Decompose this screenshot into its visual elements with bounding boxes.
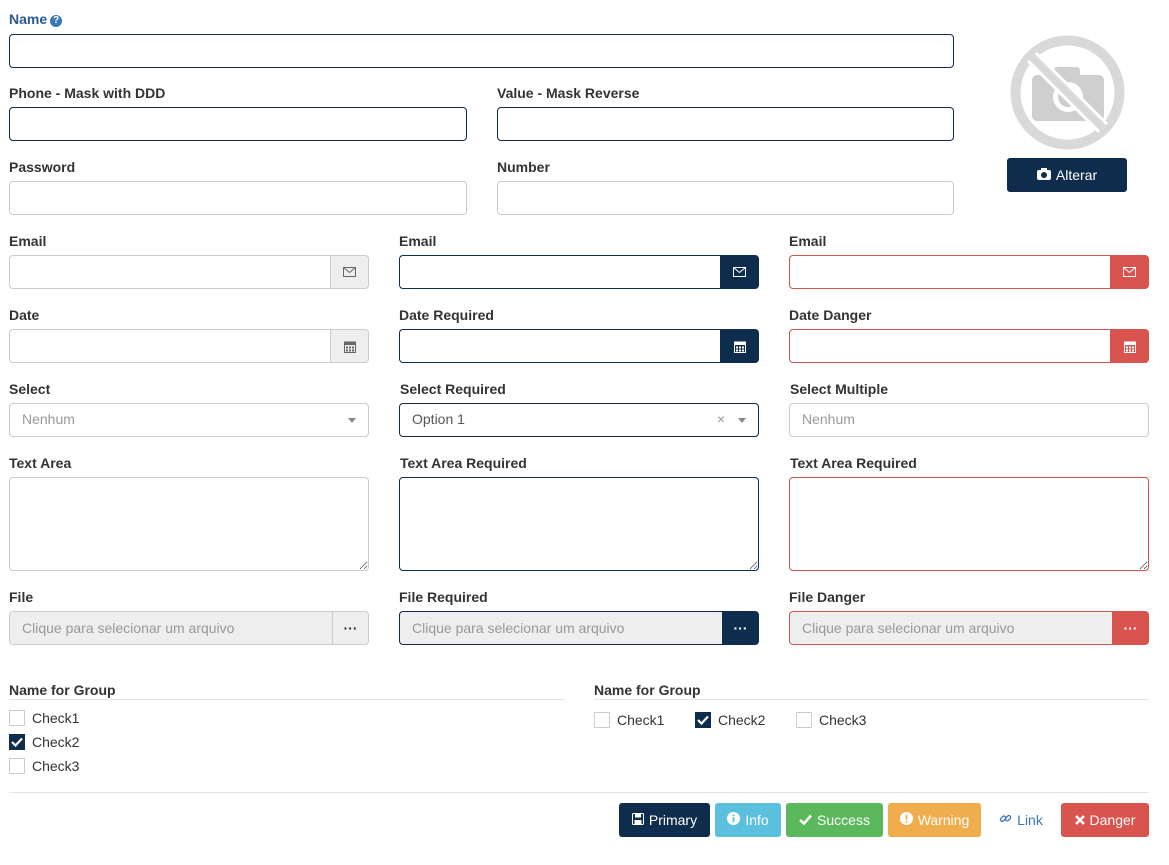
clear-icon[interactable]: × (717, 411, 725, 427)
email-danger-input[interactable] (789, 255, 1110, 289)
phone-label: Phone - Mask with DDD (9, 85, 166, 101)
envelope-icon (330, 255, 369, 289)
times-icon (1074, 812, 1085, 828)
select-default-value: Nenhum (22, 411, 75, 427)
danger-button[interactable]: Danger (1061, 803, 1149, 837)
date-required-group (399, 329, 759, 363)
link-button[interactable]: Link (989, 803, 1053, 837)
file-default-label: File (9, 589, 34, 605)
link-icon (999, 812, 1012, 828)
floppy-disk-icon (631, 812, 644, 828)
divider (9, 699, 565, 700)
number-input[interactable] (497, 181, 954, 215)
file-danger-label: File Danger (789, 589, 866, 605)
number-label: Number (497, 159, 550, 175)
select-multiple-label: Select Multiple (790, 381, 889, 397)
email-default-input[interactable] (9, 255, 330, 289)
checkmark-icon[interactable] (9, 734, 25, 750)
value-reverse-input[interactable] (497, 107, 954, 141)
checkmark-icon[interactable] (695, 712, 711, 728)
file-default-group: ··· (9, 611, 369, 645)
date-default-label: Date (9, 307, 40, 323)
value-reverse-label: Value - Mask Reverse (497, 85, 640, 101)
date-default-input[interactable] (9, 329, 330, 363)
password-input[interactable] (9, 181, 467, 215)
date-required-input[interactable] (399, 329, 720, 363)
date-danger-input[interactable] (789, 329, 1110, 363)
select-required-label: Select Required (400, 381, 506, 397)
select-multiple-value: Nenhum (802, 411, 855, 427)
select-default[interactable]: Nenhum (9, 403, 369, 437)
checkbox-inline-check1[interactable]: Check1 (594, 712, 664, 728)
exclamation-circle-icon (899, 812, 913, 828)
file-default-browse-button[interactable]: ··· (332, 611, 369, 645)
date-default-group (9, 329, 369, 363)
file-required-label: File Required (399, 589, 488, 605)
date-danger-group (789, 329, 1149, 363)
checkbox-box[interactable] (9, 758, 25, 774)
checkbox-box[interactable] (594, 712, 610, 728)
checkbox-inline-check3[interactable]: Check3 (796, 712, 866, 728)
footer-divider (9, 792, 1149, 793)
email-default-label: Email (9, 233, 47, 249)
question-circle-icon[interactable]: ? (50, 15, 63, 27)
phone-input[interactable] (9, 107, 467, 141)
camera-icon (1036, 167, 1051, 183)
select-default-label: Select (9, 381, 51, 397)
email-danger-group (789, 255, 1149, 289)
file-required-group: ··· (399, 611, 759, 645)
checkbox-check2[interactable]: Check2 (9, 734, 79, 750)
calendar-icon[interactable] (720, 329, 759, 363)
name-label: Name? (9, 11, 63, 27)
checkbox-box[interactable] (796, 712, 812, 728)
select-required[interactable]: Option 1 × (399, 403, 759, 437)
envelope-icon (1110, 255, 1149, 289)
file-required-browse-button[interactable]: ··· (722, 611, 759, 645)
email-required-label: Email (399, 233, 437, 249)
info-circle-icon (727, 812, 741, 828)
success-button[interactable]: Success (786, 803, 883, 837)
password-label: Password (9, 159, 76, 175)
email-required-group (399, 255, 759, 289)
select-multiple[interactable]: Nenhum (789, 403, 1149, 437)
select-required-value: Option 1 (412, 411, 465, 427)
textarea-default[interactable] (9, 477, 369, 571)
envelope-icon (720, 255, 759, 289)
checkbox-inline-check2[interactable]: Check2 (695, 712, 765, 728)
file-default-input[interactable] (9, 611, 332, 645)
date-required-label: Date Required (399, 307, 494, 323)
checkbox-box[interactable] (9, 710, 25, 726)
check-icon (799, 812, 812, 828)
date-danger-label: Date Danger (789, 307, 872, 323)
textarea-danger-label: Text Area Required (790, 455, 917, 471)
textarea-danger[interactable] (789, 477, 1149, 571)
caret-down-icon (738, 418, 746, 423)
change-photo-button[interactable]: Alterar (1007, 158, 1127, 192)
warning-button[interactable]: Warning (888, 803, 981, 837)
email-required-input[interactable] (399, 255, 720, 289)
calendar-icon[interactable] (330, 329, 369, 363)
textarea-required[interactable] (399, 477, 759, 571)
file-danger-group: ··· (789, 611, 1149, 645)
calendar-icon[interactable] (1110, 329, 1149, 363)
textarea-required-label: Text Area Required (400, 455, 527, 471)
email-danger-label: Email (789, 233, 827, 249)
file-danger-browse-button[interactable]: ··· (1112, 611, 1149, 645)
group-vertical-label: Name for Group (9, 682, 116, 698)
divider (594, 699, 1149, 700)
textarea-default-label: Text Area (9, 455, 72, 471)
checkbox-check3[interactable]: Check3 (9, 758, 79, 774)
name-input[interactable] (9, 34, 954, 68)
info-button[interactable]: Info (715, 803, 781, 837)
file-danger-input[interactable] (789, 611, 1112, 645)
group-inline-label: Name for Group (594, 682, 701, 698)
checkbox-check1[interactable]: Check1 (9, 710, 79, 726)
email-default-group (9, 255, 369, 289)
primary-button[interactable]: Primary (619, 803, 710, 837)
no-camera-icon (1010, 35, 1125, 150)
file-required-input[interactable] (399, 611, 722, 645)
caret-down-icon (348, 418, 356, 423)
